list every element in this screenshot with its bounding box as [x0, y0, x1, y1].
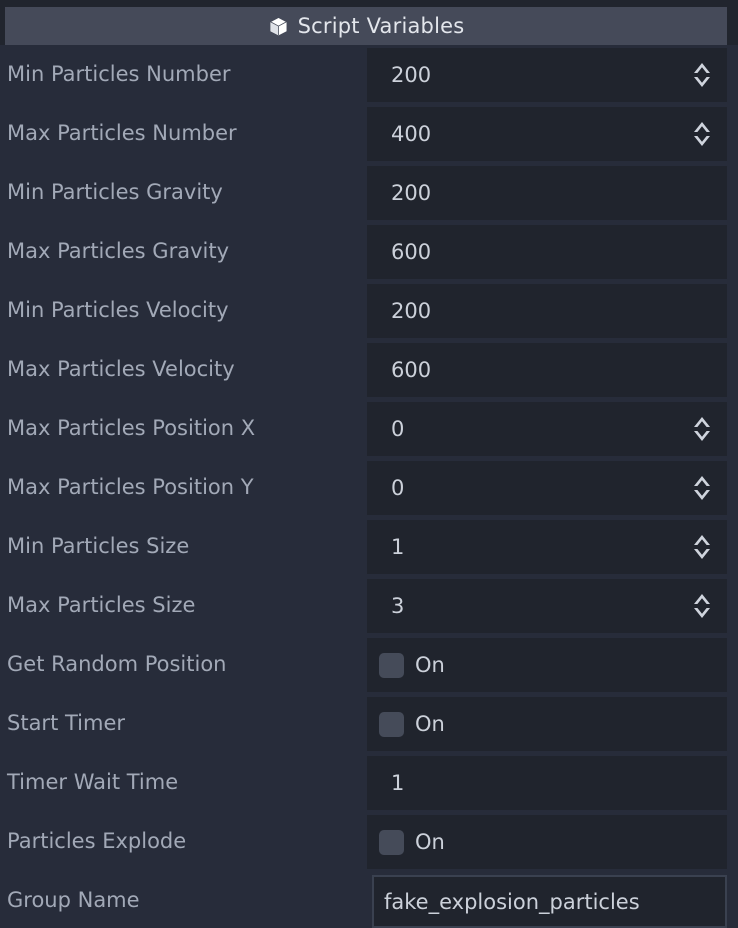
checkbox-label: On	[415, 830, 445, 854]
property-value: 600	[391, 358, 432, 382]
property-label: Min Particles Gravity	[7, 180, 223, 204]
property-label: Start Timer	[7, 711, 126, 735]
property-spinbox[interactable]: 3	[367, 579, 727, 633]
property-label: Group Name	[7, 888, 140, 912]
spinner-updown-icon[interactable]	[691, 119, 713, 149]
property-value: 600	[391, 240, 432, 264]
property-label: Max Particles Velocity	[7, 357, 235, 381]
property-value: 200	[391, 299, 432, 323]
property-row: Timer Wait Time 1	[0, 753, 738, 812]
checkbox-icon[interactable]	[379, 711, 404, 737]
property-label: Get Random Position	[7, 652, 227, 676]
property-label: Max Particles Number	[7, 121, 237, 145]
property-row: Max Particles Position Y 0	[0, 458, 738, 517]
property-label: Particles Explode	[7, 829, 187, 853]
script-variables-inspector: Script Variables Min Particles Number 200…	[0, 0, 738, 928]
property-row: Max Particles Gravity 600	[0, 222, 738, 281]
property-spinbox[interactable]: 200	[367, 48, 727, 102]
property-value: 0	[391, 417, 405, 441]
property-row: Max Particles Number 400	[0, 104, 738, 163]
checkbox-control[interactable]: On	[379, 829, 445, 855]
property-label: Min Particles Number	[7, 62, 231, 86]
property-row: Min Particles Gravity 200	[0, 163, 738, 222]
property-number-input[interactable]: 200	[367, 166, 727, 220]
property-row: Start Timer On	[0, 694, 738, 753]
spinner-updown-icon[interactable]	[691, 414, 713, 444]
property-spinbox[interactable]: 0	[367, 461, 727, 515]
spinner-updown-icon[interactable]	[691, 591, 713, 621]
property-number-input[interactable]: 200	[367, 284, 727, 338]
property-value: 400	[391, 122, 432, 146]
property-row: Min Particles Velocity 200	[0, 281, 738, 340]
property-number-input[interactable]: 600	[367, 343, 727, 397]
section-header[interactable]: Script Variables	[5, 7, 727, 45]
property-number-input[interactable]: 600	[367, 225, 727, 279]
spinner-updown-icon[interactable]	[691, 532, 713, 562]
property-value: 200	[391, 63, 432, 87]
property-checkbox-field[interactable]: On	[367, 697, 727, 751]
property-value: 3	[391, 594, 405, 618]
property-label: Timer Wait Time	[7, 770, 179, 794]
spinner-updown-icon[interactable]	[691, 473, 713, 503]
property-value: fake_explosion_particles	[384, 889, 640, 914]
property-text-input[interactable]: fake_explosion_particles	[372, 875, 727, 928]
property-row: Max Particles Size 3	[0, 576, 738, 635]
property-label: Max Particles Gravity	[7, 239, 229, 263]
property-label: Max Particles Position Y	[7, 475, 254, 499]
section-title: Script Variables	[297, 13, 465, 38]
property-spinbox[interactable]: 0	[367, 402, 727, 456]
checkbox-control[interactable]: On	[379, 652, 445, 678]
property-value: 1	[391, 535, 405, 559]
property-number-input[interactable]: 1	[367, 756, 727, 810]
property-spinbox[interactable]: 400	[367, 107, 727, 161]
property-value: 1	[391, 771, 405, 795]
property-row: Particles Explode On	[0, 812, 738, 871]
property-spinbox[interactable]: 1	[367, 520, 727, 574]
property-row: Min Particles Size 1	[0, 517, 738, 576]
property-checkbox-field[interactable]: On	[367, 638, 727, 692]
property-row: Max Particles Velocity 600	[0, 340, 738, 399]
property-label: Max Particles Position X	[7, 416, 256, 440]
property-value: 0	[391, 476, 405, 500]
cube-icon	[268, 16, 289, 37]
property-label: Max Particles Size	[7, 593, 196, 617]
checkbox-label: On	[415, 653, 445, 677]
checkbox-icon[interactable]	[379, 652, 404, 678]
property-list: Min Particles Number 200 Max Particles Num…	[0, 45, 738, 928]
property-row: Min Particles Number 200	[0, 45, 738, 104]
property-row: Get Random Position On	[0, 635, 738, 694]
checkbox-icon[interactable]	[379, 829, 404, 855]
checkbox-label: On	[415, 712, 445, 736]
spinner-updown-icon[interactable]	[691, 60, 713, 90]
checkbox-control[interactable]: On	[379, 711, 445, 737]
property-label: Min Particles Velocity	[7, 298, 229, 322]
property-value: 200	[391, 181, 432, 205]
property-row: Max Particles Position X 0	[0, 399, 738, 458]
property-label: Min Particles Size	[7, 534, 190, 558]
property-checkbox-field[interactable]: On	[367, 815, 727, 869]
property-row: Group Name fake_explosion_particles	[0, 871, 738, 928]
